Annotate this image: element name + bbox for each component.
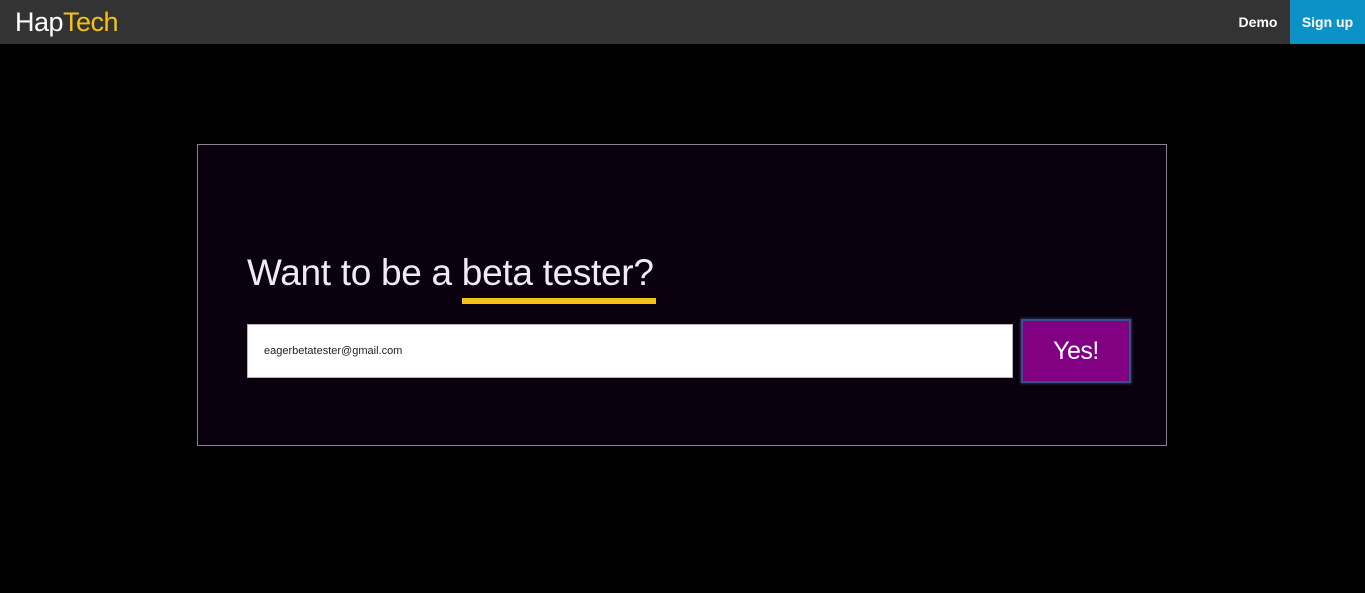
email-field[interactable] bbox=[247, 324, 1013, 378]
top-navbar: HapTech Demo Sign up bbox=[0, 0, 1365, 44]
beta-headline: Want to be a beta tester? bbox=[247, 251, 656, 304]
beta-signup-panel: Want to be a beta tester? Yes! bbox=[197, 144, 1167, 446]
haptech-logo[interactable]: HapTech bbox=[15, 7, 119, 37]
logo-text-hap: Hap bbox=[15, 7, 64, 37]
headline-highlight: beta tester? bbox=[461, 252, 656, 304]
yes-submit-button[interactable]: Yes! bbox=[1021, 319, 1131, 383]
nav-demo-link[interactable]: Demo bbox=[1226, 0, 1290, 44]
signup-button[interactable]: Sign up bbox=[1290, 0, 1365, 44]
logo-text-tech: Tech bbox=[63, 7, 119, 37]
headline-prefix: Want to be a bbox=[247, 252, 462, 293]
